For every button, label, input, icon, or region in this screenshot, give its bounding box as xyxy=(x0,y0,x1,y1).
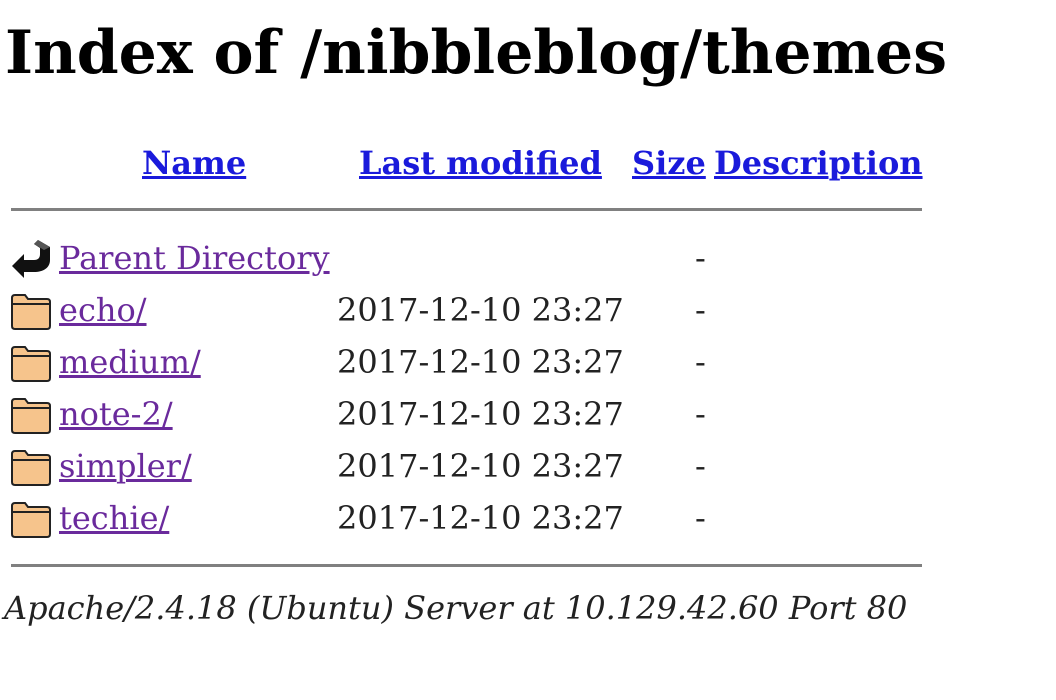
entry-last-modified: 2017-12-10 23:27 xyxy=(337,395,624,433)
folder-icon xyxy=(10,498,52,538)
sort-by-size-link[interactable]: Size xyxy=(632,143,706,183)
entry-last-modified: 2017-12-10 23:27 xyxy=(337,499,624,537)
folder-icon xyxy=(10,394,52,434)
sort-by-last-modified-link[interactable]: Last modified xyxy=(359,143,602,183)
page-title: Index of /nibbleblog/themes xyxy=(5,18,947,88)
directory-entry-row: echo/2017-12-10 23:27 - xyxy=(0,290,1056,342)
entry-link-techie[interactable]: techie/ xyxy=(59,498,169,538)
entry-size: - xyxy=(695,447,706,485)
directory-entry-row: medium/2017-12-10 23:27 - xyxy=(0,342,1056,394)
directory-entry-row: techie/2017-12-10 23:27 - xyxy=(0,498,1056,550)
folder-icon xyxy=(10,342,52,382)
sort-by-name-link[interactable]: Name xyxy=(142,143,246,183)
directory-entry-row: note-2/2017-12-10 23:27 - xyxy=(0,394,1056,446)
entry-link-simpler[interactable]: simpler/ xyxy=(59,446,192,486)
entry-link-echo[interactable]: echo/ xyxy=(59,290,147,330)
parent-size: - xyxy=(695,239,706,277)
entry-link-note-2[interactable]: note-2/ xyxy=(59,394,173,434)
entry-last-modified: 2017-12-10 23:27 xyxy=(337,447,624,485)
entry-size: - xyxy=(695,291,706,329)
entry-size: - xyxy=(695,499,706,537)
server-signature: Apache/2.4.18 (Ubuntu) Server at 10.129.… xyxy=(4,589,908,627)
directory-entry-row: simpler/2017-12-10 23:27 - xyxy=(0,446,1056,498)
table-bottom-divider xyxy=(11,564,922,567)
entry-last-modified: 2017-12-10 23:27 xyxy=(337,291,624,329)
folder-icon xyxy=(10,290,52,330)
sort-by-description-link[interactable]: Description xyxy=(714,143,923,183)
entry-size: - xyxy=(695,395,706,433)
parent-directory-link[interactable]: Parent Directory xyxy=(59,238,330,278)
back-arrow-icon xyxy=(10,238,52,278)
table-top-divider xyxy=(11,208,922,211)
entry-size: - xyxy=(695,343,706,381)
entry-link-medium[interactable]: medium/ xyxy=(59,342,201,382)
entry-last-modified: 2017-12-10 23:27 xyxy=(337,343,624,381)
parent-directory-row: Parent Directory - xyxy=(0,238,1056,290)
folder-icon xyxy=(10,446,52,486)
